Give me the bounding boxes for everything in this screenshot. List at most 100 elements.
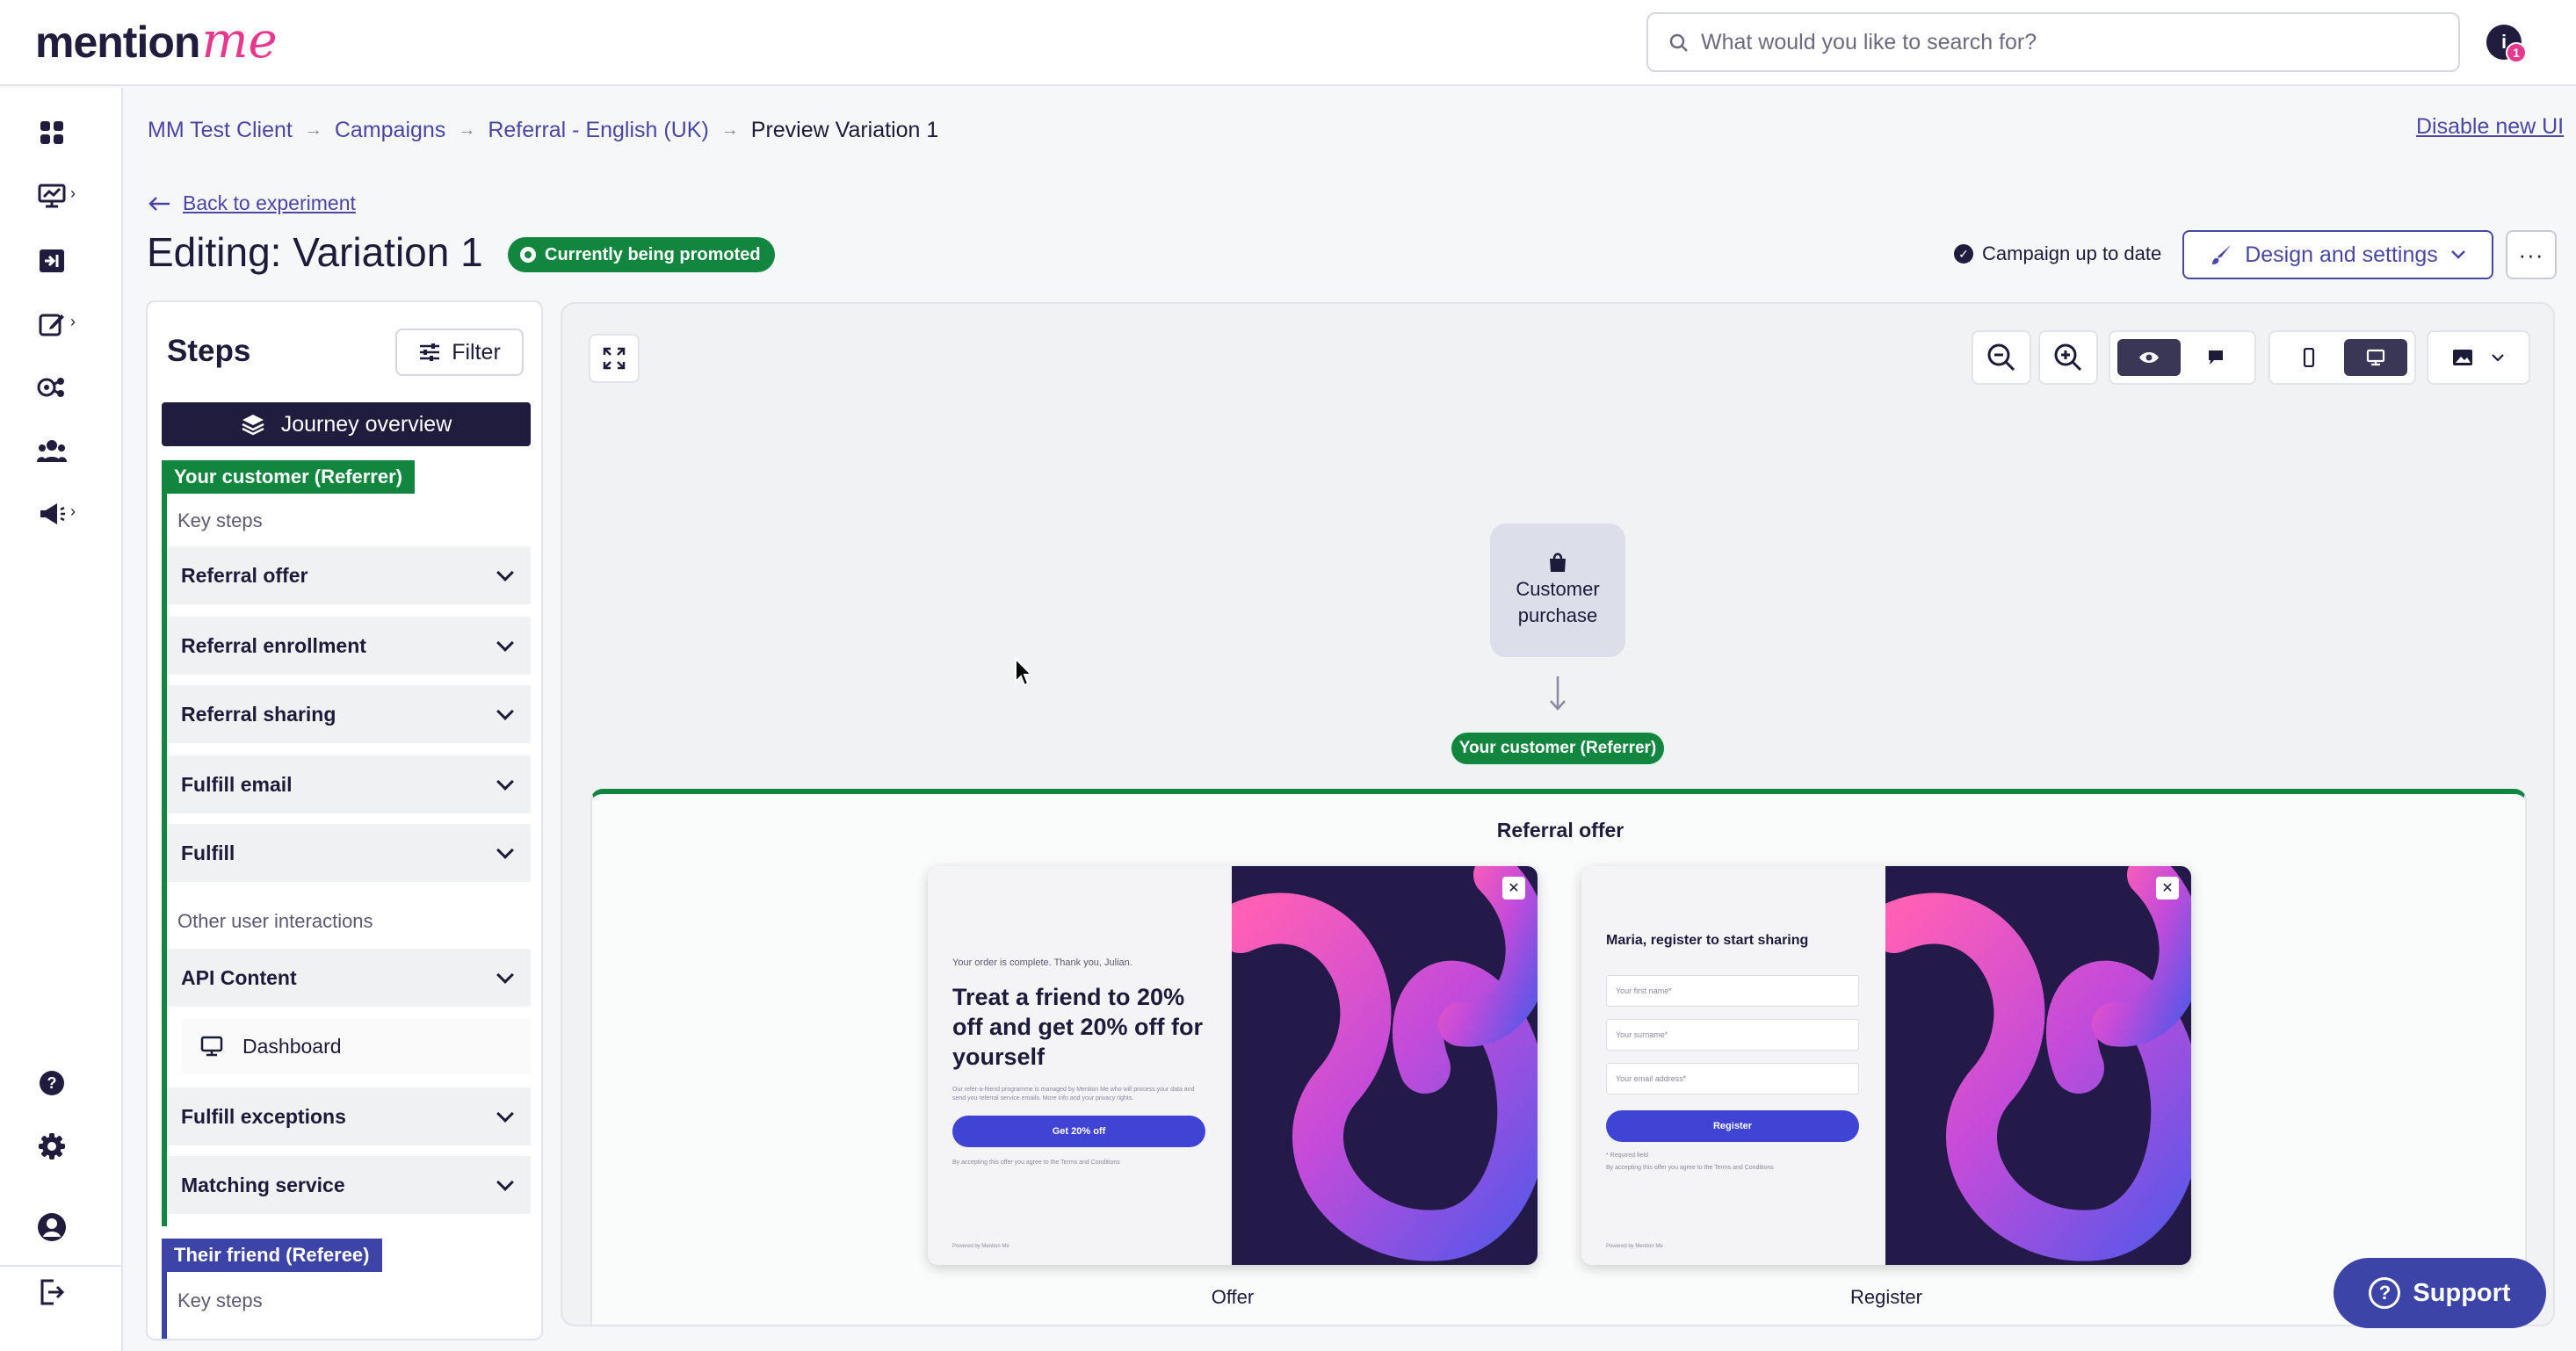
- image-options-dropdown[interactable]: [2427, 330, 2530, 385]
- search-icon: [1669, 33, 1688, 52]
- zoom-out-button[interactable]: [1972, 330, 2031, 385]
- rail-divider: [0, 1265, 123, 1267]
- campaigns-icon[interactable]: [33, 242, 70, 279]
- account-icon[interactable]: [33, 1209, 70, 1246]
- step-fulfill-email[interactable]: Fulfill email: [167, 755, 531, 813]
- step-api-content[interactable]: API Content: [167, 949, 531, 1007]
- notifications-icon[interactable]: i 1: [2486, 25, 2527, 63]
- eye-icon: [2139, 352, 2159, 363]
- step-matching-service[interactable]: Matching service: [167, 1156, 531, 1214]
- close-icon[interactable]: ✕: [1502, 877, 1525, 899]
- mobile-icon: [2303, 348, 2315, 367]
- filter-button[interactable]: Filter: [395, 329, 524, 376]
- register-terms: By accepting this offer you agree to the…: [1606, 1165, 1774, 1171]
- step-label: Matching service: [181, 1173, 345, 1196]
- journey-overview-label: Journey overview: [280, 411, 452, 437]
- step-referral-sharing[interactable]: Referral sharing: [167, 685, 531, 743]
- sub-step-dashboard[interactable]: Dashboard: [181, 1019, 531, 1073]
- back-to-experiment-link[interactable]: Back to experiment: [148, 191, 356, 215]
- desktop-icon: [2366, 349, 2385, 366]
- referee-key-steps-label: Key steps: [177, 1290, 263, 1311]
- register-headline: Maria, register to start sharing: [1606, 933, 1809, 948]
- users-icon[interactable]: [33, 432, 70, 469]
- promotion-status-text: Currently being promoted: [545, 244, 761, 264]
- offer-preview-card[interactable]: Your order is complete. Thank you, Julia…: [928, 866, 1538, 1265]
- step-fulfill-exceptions[interactable]: Fulfill exceptions: [167, 1087, 531, 1145]
- fullscreen-button[interactable]: [589, 334, 640, 383]
- logo-main-text: mention: [35, 18, 200, 67]
- design-and-settings-button[interactable]: Design and settings: [2182, 230, 2493, 279]
- global-search-input[interactable]: What would you like to search for?: [1646, 12, 2460, 72]
- zoom-in-icon: [2054, 343, 2082, 372]
- step-label: Referral sharing: [181, 702, 336, 726]
- breadcrumb-campaigns[interactable]: Campaigns: [335, 118, 445, 143]
- support-button[interactable]: ? Support: [2334, 1258, 2546, 1328]
- offer-card-caption: Offer: [1211, 1286, 1255, 1308]
- step-label: Referral offer: [181, 563, 308, 587]
- offer-headline: Treat a friend to 20% off and get 20% of…: [952, 984, 1203, 1070]
- back-label: Back to experiment: [183, 191, 356, 214]
- register-preview-card[interactable]: Maria, register to start sharing Your fi…: [1581, 866, 2191, 1265]
- design-and-settings-label: Design and settings: [2245, 242, 2438, 267]
- email-field[interactable]: Your email address*: [1606, 1063, 1859, 1095]
- step-referral-enrollment[interactable]: Referral enrollment: [167, 617, 531, 675]
- disable-new-ui-link[interactable]: Disable new UI: [2416, 114, 2564, 140]
- customer-purchase-node[interactable]: Customer purchase: [1490, 524, 1625, 657]
- brush-icon: [2212, 245, 2232, 264]
- preview-mode-button[interactable]: [2117, 339, 2181, 376]
- offer-cta-button[interactable]: Get 20% off: [952, 1116, 1205, 1147]
- offer-intro-text: Your order is complete. Thank you, Julia…: [952, 957, 1132, 968]
- mobile-view-button[interactable]: [2277, 339, 2341, 376]
- step-referral-offer[interactable]: Referral offer: [167, 546, 531, 604]
- first-name-field[interactable]: Your first name*: [1606, 975, 1859, 1007]
- chevron-down-icon: [496, 842, 514, 859]
- svg-text:?: ?: [47, 1074, 57, 1092]
- notification-count-badge: 1: [2506, 42, 2527, 63]
- register-hero-image: [1885, 866, 2191, 1265]
- dashboard-icon[interactable]: [33, 114, 70, 151]
- chevron-down-icon: [496, 1174, 514, 1191]
- edit-icon[interactable]: [33, 306, 70, 343]
- announcements-icon[interactable]: [33, 495, 70, 532]
- register-button[interactable]: Register: [1606, 1110, 1859, 1142]
- offer-fine-print: Our refer-a-friend programme is managed …: [952, 1087, 1195, 1102]
- surname-field[interactable]: Your surname*: [1606, 1019, 1859, 1051]
- desktop-view-button[interactable]: [2344, 339, 2407, 376]
- breadcrumb-campaign[interactable]: Referral - English (UK): [488, 118, 708, 143]
- other-interactions-label: Other user interactions: [177, 910, 373, 932]
- step-label: API Content: [181, 965, 297, 989]
- journey-overview-button[interactable]: Journey overview: [162, 402, 531, 446]
- filter-label: Filter: [452, 339, 501, 365]
- referrer-tag: Your customer (Referrer): [162, 460, 415, 494]
- chevron-down-icon: [496, 564, 514, 582]
- offer-powered-by: Powered by Mention Me: [952, 1244, 1009, 1249]
- integrations-icon[interactable]: [33, 369, 70, 406]
- referee-tag: Their friend (Referee): [162, 1239, 382, 1272]
- step-fulfill[interactable]: Fulfill: [167, 824, 531, 882]
- breadcrumb: MM Test Client → Campaigns → Referral - …: [148, 114, 938, 146]
- help-circle-icon: ?: [2369, 1277, 2401, 1309]
- left-nav-rail: › › › ?: [0, 88, 123, 1351]
- settings-icon[interactable]: [33, 1128, 70, 1165]
- logout-icon[interactable]: [33, 1274, 70, 1311]
- promotion-status-badge: Currently being promoted: [508, 237, 775, 272]
- breadcrumb-current: Preview Variation 1: [750, 117, 939, 142]
- arrow-left-icon: [148, 196, 170, 211]
- zoom-in-button[interactable]: [2038, 330, 2098, 385]
- analytics-icon[interactable]: [33, 177, 70, 214]
- more-options-button[interactable]: ···: [2506, 230, 2557, 279]
- zoom-out-icon: [1987, 343, 2015, 372]
- breadcrumb-arrow-icon: →: [304, 119, 322, 140]
- referral-offer-heading: Referral offer: [1496, 819, 1624, 842]
- comments-mode-button[interactable]: [2184, 339, 2247, 376]
- journey-canvas[interactable]: Customer purchase Your customer (Referre…: [561, 302, 2555, 1326]
- chevron-right-icon: ›: [70, 313, 76, 330]
- monitor-icon: [200, 1036, 223, 1057]
- help-icon[interactable]: ?: [33, 1065, 70, 1102]
- abstract-ribbon-graphic: [1232, 866, 1538, 1261]
- mention-me-logo[interactable]: mention me: [35, 12, 278, 74]
- step-label: Fulfill email: [181, 772, 293, 796]
- breadcrumb-client[interactable]: MM Test Client: [148, 118, 293, 143]
- chevron-down-icon: [496, 703, 514, 720]
- close-icon[interactable]: ✕: [2156, 877, 2179, 899]
